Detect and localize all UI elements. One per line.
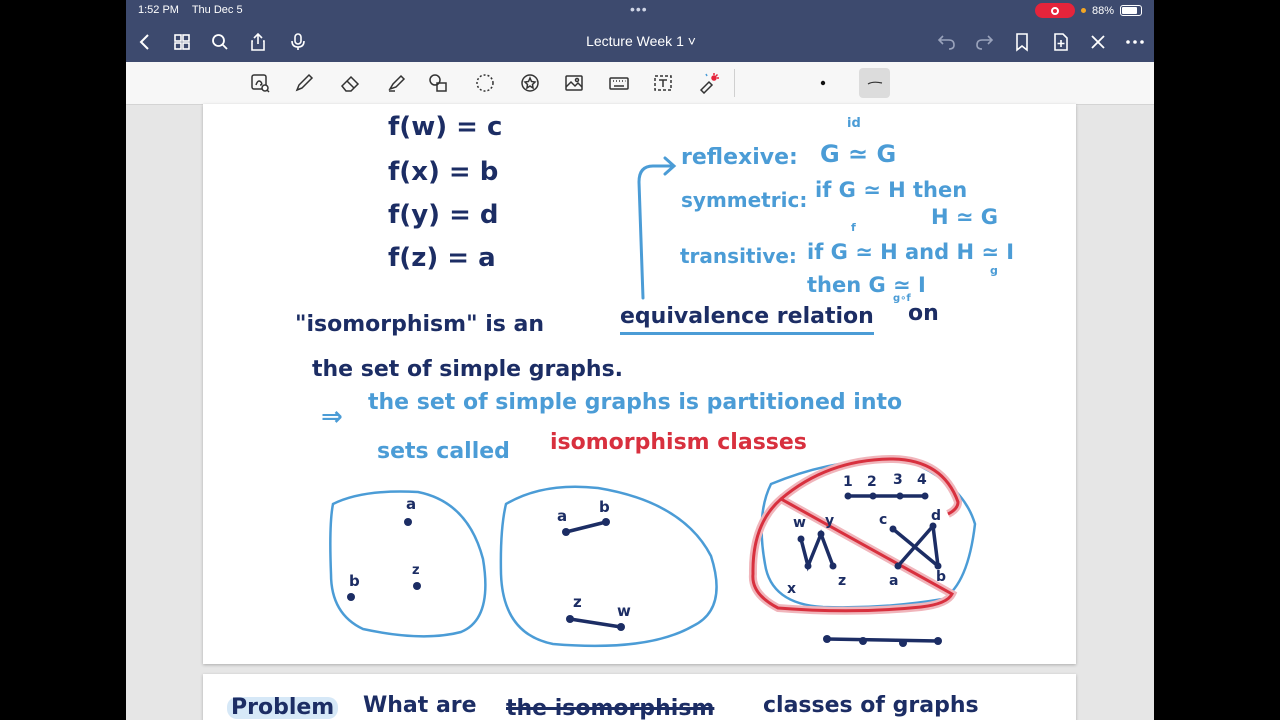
note-page[interactable]: f(w) = c f(x) = b f(y) = d f(z) = a refl…: [203, 104, 1076, 664]
share-icon[interactable]: [245, 29, 271, 55]
chevron-down-icon: ˅: [683, 33, 696, 49]
class-blob-1: [329, 490, 487, 638]
back-icon[interactable]: [132, 29, 158, 55]
sticker-icon[interactable]: [517, 70, 543, 96]
g3-label-y: y: [825, 513, 835, 529]
search-icon[interactable]: [207, 29, 233, 55]
path-graph-below: [826, 637, 939, 643]
pen-dot-size-icon[interactable]: [810, 70, 836, 96]
problem-text-start: What are: [363, 693, 477, 718]
multitasking-dots-icon[interactable]: •••: [630, 1, 648, 17]
g1-label-a: a: [406, 495, 417, 513]
document-title[interactable]: Lecture Week 1 ˅: [556, 33, 726, 49]
problem-struck-text: the isomorphism: [506, 696, 715, 720]
eraser-icon[interactable]: [337, 70, 363, 96]
pen-thin-line-icon[interactable]: [859, 68, 890, 98]
g2-label-w: w: [617, 602, 631, 620]
battery-percent: 88%: [1091, 4, 1114, 17]
note-page-2[interactable]: Problem What are the isomorphism classes…: [203, 674, 1076, 720]
vertex-a-1: [404, 518, 412, 526]
lasso-icon[interactable]: [472, 70, 498, 96]
vertex-b-1: [347, 593, 355, 601]
microphone-icon[interactable]: [285, 29, 311, 55]
g3-top-label-1: 1: [843, 474, 853, 490]
problem-label: Problem: [227, 697, 339, 719]
g1-label-z: z: [412, 563, 420, 578]
problem-text-end: classes of graphs: [763, 693, 979, 718]
bookmark-icon[interactable]: [1009, 29, 1035, 55]
laser-pointer-icon[interactable]: [695, 70, 721, 96]
vertex-z-1: [413, 582, 421, 590]
status-date: Thu Dec 5: [191, 4, 243, 16]
notes-app: 1:52 PM Thu Dec 5 ••• 88% Lecture Week 1…: [126, 0, 1154, 720]
g3-label-a: a: [889, 573, 899, 589]
g2-label-z: z: [573, 593, 582, 611]
shapes-icon[interactable]: [425, 70, 451, 96]
pen-icon[interactable]: [291, 70, 317, 96]
g3-label-z: z: [838, 573, 847, 589]
more-options-icon[interactable]: [1122, 29, 1148, 55]
g3-label-d: d: [931, 508, 942, 524]
g2-label-a: a: [557, 507, 568, 525]
undo-icon[interactable]: [934, 29, 960, 55]
g3-label-w: w: [793, 515, 806, 531]
drawing-toolbar: [126, 62, 1154, 105]
g3-label-c: c: [879, 512, 888, 528]
grid-view-icon[interactable]: [169, 29, 195, 55]
battery-icon: [1120, 5, 1142, 16]
g2-label-b: b: [599, 498, 610, 516]
image-icon[interactable]: [561, 70, 587, 96]
add-page-icon[interactable]: [1048, 29, 1074, 55]
g1-label-b: b: [349, 572, 360, 590]
nav-bar: Lecture Week 1 ˅: [126, 22, 1154, 62]
text-box-icon[interactable]: [650, 70, 676, 96]
lasso-select-icon[interactable]: [247, 70, 273, 96]
g3-top-label-2: 2: [867, 474, 877, 490]
status-bar: 1:52 PM Thu Dec 5 ••• 88%: [126, 0, 1154, 22]
mic-indicator-icon: [1080, 8, 1086, 13]
keyboard-icon[interactable]: [606, 70, 632, 96]
g3-top-label-4: 4: [917, 472, 927, 488]
screen-record-icon[interactable]: [1034, 3, 1075, 18]
close-tools-icon[interactable]: [1085, 29, 1111, 55]
g3-top-label-3: 3: [893, 472, 903, 488]
g3-label-x: x: [787, 581, 797, 597]
redo-icon[interactable]: [971, 29, 997, 55]
toolbar-divider: [734, 69, 735, 97]
status-time: 1:52 PM: [138, 4, 179, 16]
g3-label-b: b: [936, 569, 947, 585]
highlighter-icon[interactable]: [383, 70, 409, 96]
